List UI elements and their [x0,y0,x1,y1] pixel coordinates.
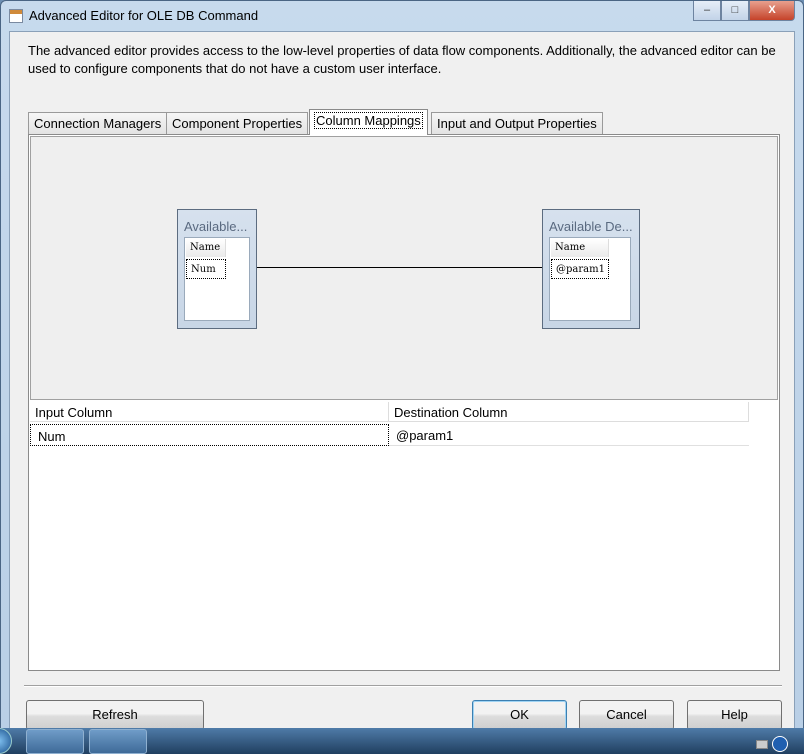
column-header: Name [551,239,609,257]
destination-column-param1[interactable]: @param1 [551,259,609,279]
cancel-button[interactable]: Cancel [579,700,674,730]
minimize-button[interactable]: – [693,1,721,21]
cell-input-column[interactable]: Num [30,424,389,446]
tab-connection-managers[interactable]: Connection Managers [28,112,168,134]
refresh-button[interactable]: Refresh [26,700,204,730]
description-text: The advanced editor provides access to t… [28,43,776,76]
dialog-client: The advanced editor provides access to t… [9,31,795,730]
separator [24,685,782,687]
tab-label: Column Mappings [314,112,423,129]
app-icon [9,9,23,23]
available-input-columns-box[interactable]: Available... Name Num [177,209,257,329]
dialog-window: Advanced Editor for OLE DB Command – □ X… [0,0,804,730]
tab-column-mappings[interactable]: Column Mappings [309,109,428,135]
box-title: Available... [184,219,248,234]
help-tray-icon[interactable] [772,736,788,752]
tab-input-output-properties[interactable]: Input and Output Properties [431,112,603,134]
ok-button[interactable]: OK [472,700,567,730]
box-title: Available De... [549,219,633,234]
start-button[interactable] [0,728,12,754]
input-column-num[interactable]: Num [186,259,226,279]
close-button[interactable]: X [749,1,795,21]
window-title: Advanced Editor for OLE DB Command [29,8,259,23]
mapping-diagram[interactable]: Available... Name Num Available De... Na… [30,136,778,400]
cell-destination-column[interactable]: @param1 [389,424,749,446]
keyboard-icon[interactable] [756,740,768,749]
header-destination-column[interactable]: Destination Column [389,402,749,422]
tab-label: Input and Output Properties [437,116,597,131]
maximize-button[interactable]: □ [721,1,749,21]
tab-panel: Available... Name Num Available De... Na… [28,134,780,671]
taskbar-app-icon[interactable] [26,729,84,754]
column-header: Name [186,239,226,257]
mapping-line[interactable] [257,267,542,268]
header-input-column[interactable]: Input Column [30,402,389,422]
tab-label: Component Properties [172,116,303,131]
tab-label: Connection Managers [34,116,162,131]
help-button[interactable]: Help [687,700,782,730]
taskbar-visual-studio-icon[interactable] [89,729,147,754]
available-destination-columns-box[interactable]: Available De... Name @param1 [542,209,640,329]
taskbar [0,728,804,754]
tab-component-properties[interactable]: Component Properties [166,112,309,134]
mapping-grid: Input Column Destination Column Num @par… [30,402,778,668]
